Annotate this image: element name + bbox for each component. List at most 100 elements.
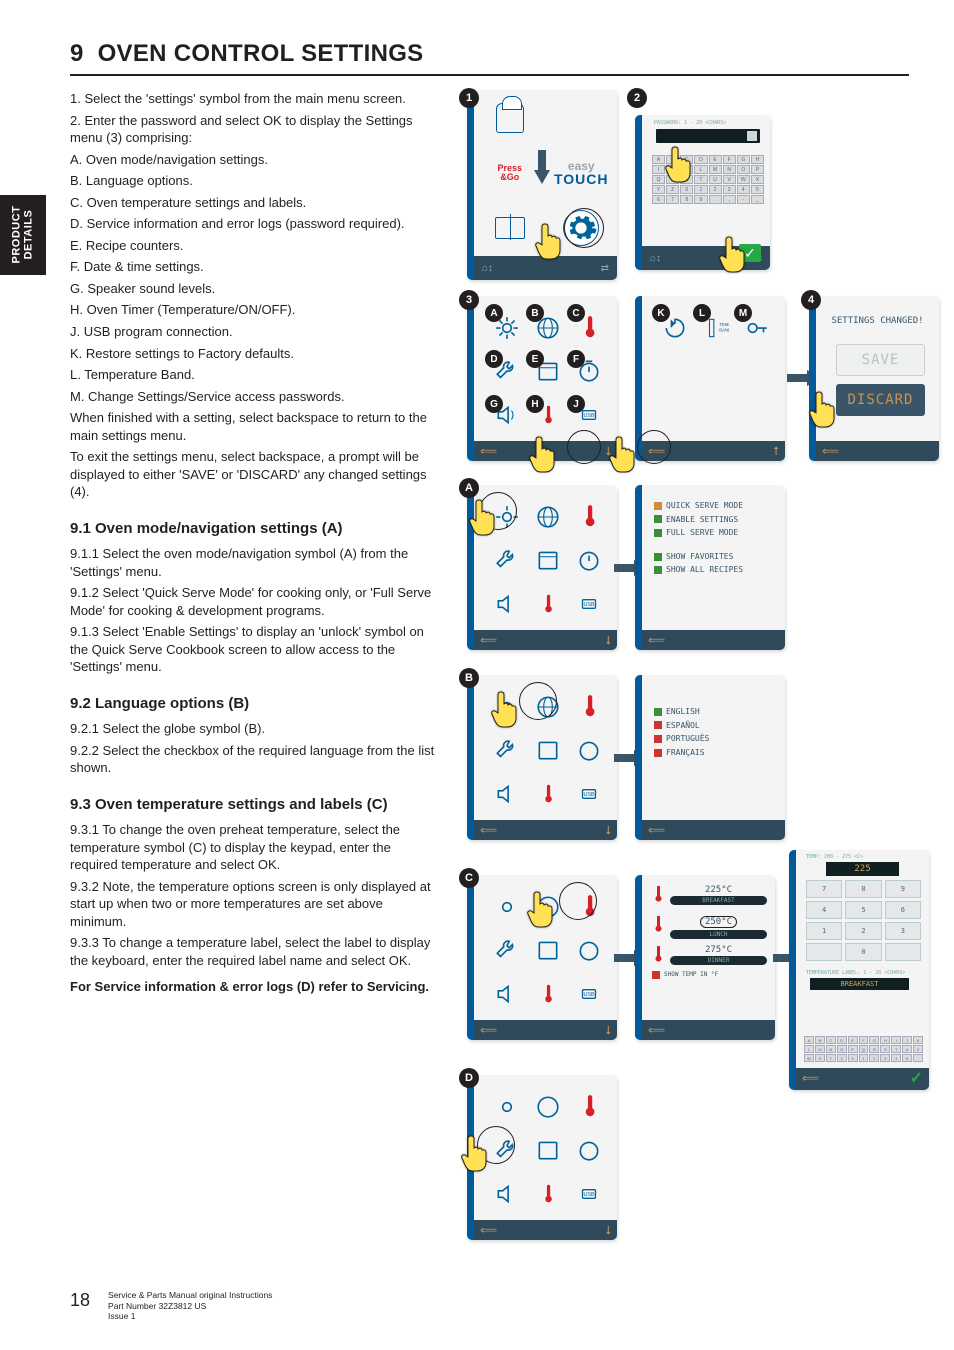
svg-text:USB: USB	[583, 413, 595, 419]
globe-icon[interactable]	[535, 504, 561, 530]
footer-l1: Service & Parts Manual original Instruct…	[108, 1290, 272, 1301]
badge-c-row: C	[459, 868, 479, 888]
temp-label-hdr: TEMPERATURE LABEL: 1 - 20 <CHARS>	[806, 970, 921, 976]
callout-circle	[637, 430, 671, 464]
p-922: 9.2.2 Select the checkbox of the require…	[70, 742, 435, 777]
heading-rule	[70, 74, 909, 76]
screen-language-options: ENGLISH ESPAÑOL PORTUGUÊS FRANÇAIS ⟸	[635, 675, 785, 840]
pointer-icon	[809, 390, 843, 430]
opt-all-recipes[interactable]: SHOW ALL RECIPES	[654, 563, 779, 577]
badge-l: L	[693, 304, 711, 322]
badge-a-row: A	[459, 478, 479, 498]
opt-quick-serve[interactable]: QUICK SERVE MODE	[654, 499, 779, 513]
p-h: H. Oven Timer (Temperature/ON/OFF).	[70, 301, 435, 319]
p-911: 9.1.1 Select the oven mode/navigation sy…	[70, 545, 435, 580]
opt-favorites[interactable]: SHOW FAVORITES	[654, 550, 779, 564]
password-field[interactable]	[656, 129, 760, 143]
svg-text:TEMP: TEMP	[719, 322, 729, 327]
badge-c: C	[567, 304, 585, 322]
badge-a: A	[485, 304, 503, 322]
h-93: 9.3 Oven temperature settings and labels…	[70, 795, 435, 815]
temp-row-2[interactable]: 250°CLUNCH	[652, 911, 767, 939]
timer-icon[interactable]	[576, 547, 602, 573]
section-number: 9	[70, 40, 84, 67]
pointer-icon	[529, 435, 563, 475]
side-tab-l1: PRODUCT	[10, 206, 22, 264]
wrench-icon[interactable]	[494, 547, 520, 573]
temp-entry-field[interactable]: 225	[826, 862, 899, 876]
up-icon[interactable]: ⭡	[773, 444, 779, 459]
temp-small-icon[interactable]	[535, 591, 561, 617]
pointer-icon	[665, 145, 699, 185]
h-92: 9.2 Language options (B)	[70, 694, 435, 714]
callout-circle	[564, 208, 604, 248]
badge-j: J	[567, 395, 585, 413]
speaker-icon[interactable]	[494, 591, 520, 617]
side-tab-l2: DETAILS	[22, 210, 34, 260]
side-tab: PRODUCTDETAILS	[0, 195, 46, 275]
footer-l3: Issue 1	[108, 1311, 272, 1322]
arrow-down-icon	[534, 150, 550, 184]
p-k: K. Restore settings to Factory defaults.	[70, 345, 435, 363]
show-temp-f[interactable]: SHOW TEMP IN °F	[652, 971, 767, 979]
discard-button[interactable]: DISCARD	[836, 384, 925, 416]
save-button[interactable]: SAVE	[836, 344, 925, 376]
badge-b-row: B	[459, 668, 479, 688]
page-footer: 18 Service & Parts Manual original Instr…	[70, 1290, 272, 1322]
p-a: A. Oven mode/navigation settings.	[70, 151, 435, 169]
back-icon[interactable]: ⟸	[480, 444, 497, 458]
p-931: 9.3.1 To change the oven preheat tempera…	[70, 821, 435, 874]
pointer-icon	[469, 498, 503, 538]
p-f: F. Date & time settings.	[70, 258, 435, 276]
lang-portugues[interactable]: PORTUGUÊS	[654, 732, 779, 746]
badge-h: H	[526, 395, 544, 413]
p-back: When finished with a setting, select bac…	[70, 409, 435, 444]
lang-espanol[interactable]: ESPAÑOL	[654, 719, 779, 733]
backspace-key-icon[interactable]	[747, 131, 757, 141]
page-number: 18	[70, 1290, 90, 1311]
h-91: 9.1 Oven mode/navigation settings (A)	[70, 519, 435, 539]
p-l: L. Temperature Band.	[70, 366, 435, 384]
section-title-text: OVEN CONTROL SETTINGS	[98, 40, 424, 67]
pointer-icon	[527, 890, 561, 930]
lang-francais[interactable]: FRANÇAIS	[654, 746, 779, 760]
footer-l2: Part Number 32Z3812 US	[108, 1301, 272, 1312]
temp-label-field[interactable]: BREAKFAST	[810, 978, 909, 990]
badge-e: E	[526, 350, 544, 368]
screen-settings-changed: SETTINGS CHANGED! SAVE DISCARD ⟸	[809, 296, 939, 461]
p-1: 1. Select the 'settings' symbol from the…	[70, 90, 435, 108]
temp-range-label: TEMP: 200 - 275 <C>	[806, 854, 921, 860]
usb-icon[interactable]: USB	[576, 591, 602, 617]
lang-english[interactable]: ENGLISH	[654, 705, 779, 719]
p-933: 9.3.3 To change a temperature label, sel…	[70, 934, 435, 969]
opt-enable-settings[interactable]: ENABLE SETTINGS	[654, 513, 779, 527]
bottom-bar: ⟸	[816, 441, 939, 461]
numeric-keypad[interactable]: 789 456 123 0	[806, 880, 921, 961]
p-2: 2. Enter the password and select OK to d…	[70, 112, 435, 147]
badge-2: 2	[627, 88, 647, 108]
svg-text:BAND: BAND	[719, 327, 729, 332]
on-screen-keyboard[interactable]: ABCDEFGHIJK LMNOPQRSTUV WXYZ012345.	[804, 1036, 923, 1062]
p-j: J. USB program connection.	[70, 323, 435, 341]
thermometer-icon[interactable]	[576, 504, 602, 530]
pointer-icon	[719, 235, 753, 275]
easytouch-logo: easyTOUCH	[546, 145, 618, 200]
p-svc: For Service information & error logs (D)…	[70, 978, 435, 996]
screen-temp-list: 225°CBREAKFAST 250°CLUNCH 275°CDINNER SH…	[635, 875, 775, 1040]
badge-d-row: D	[459, 1068, 479, 1088]
temp-row-3[interactable]: 275°CDINNER	[652, 945, 767, 965]
blank-cell	[546, 90, 618, 145]
temp-row-1[interactable]: 225°CBREAKFAST	[652, 885, 767, 905]
settings-changed-label: SETTINGS CHANGED!	[816, 316, 939, 326]
p-g: G. Speaker sound levels.	[70, 280, 435, 298]
callout-circle	[559, 882, 597, 920]
back-icon[interactable]: ⟸	[822, 444, 839, 458]
p-912: 9.1.2 Select 'Quick Serve Mode' for cook…	[70, 584, 435, 619]
opt-full-serve[interactable]: FULL SERVE MODE	[654, 526, 779, 540]
p-921: 9.2.1 Select the globe symbol (B).	[70, 720, 435, 738]
callout-circle	[567, 430, 601, 464]
calendar-icon[interactable]	[535, 547, 561, 573]
badge-f: F	[567, 350, 585, 368]
svg-text:USB: USB	[583, 1192, 595, 1198]
bottom-bar: ⟸	[642, 630, 785, 650]
